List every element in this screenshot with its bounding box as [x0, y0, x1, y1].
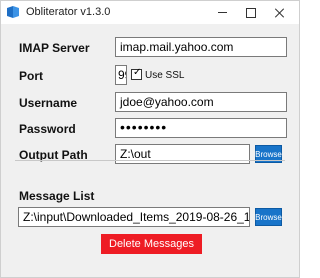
app-icon	[7, 6, 19, 18]
use-ssl-checkbox[interactable]: ✓	[131, 67, 142, 80]
password-field[interactable]: ••••••••	[115, 118, 287, 138]
minimize-button[interactable]	[208, 1, 236, 24]
use-ssl-label: Use SSL	[145, 70, 185, 81]
message-list-field[interactable]: Z:\input\Downloaded_Items_2019-08-26_12.…	[18, 207, 250, 227]
minimize-icon	[217, 12, 227, 13]
app-window: Obliterator v1.3.0 IMAP Server imap.mail…	[0, 0, 300, 278]
username-field[interactable]: jdoe@yahoo.com	[115, 92, 287, 112]
title-bar: Obliterator v1.3.0	[1, 1, 299, 24]
maximize-icon	[246, 7, 256, 18]
port-label: Port	[19, 69, 43, 83]
check-icon: ✓	[133, 67, 142, 78]
output-path-field[interactable]: Z:\out	[115, 144, 250, 164]
password-label: Password	[19, 122, 76, 136]
separator	[15, 160, 285, 161]
message-list-browse-button[interactable]: Browse	[255, 208, 282, 226]
message-list-label: Message List	[19, 189, 95, 203]
maximize-button[interactable]	[237, 1, 265, 24]
delete-messages-button[interactable]: Delete Messages	[101, 234, 202, 254]
imap-server-label: IMAP Server	[19, 41, 90, 55]
window-title: Obliterator v1.3.0	[26, 6, 111, 18]
imap-server-field[interactable]: imap.mail.yahoo.com	[115, 37, 287, 57]
port-field[interactable]: 993	[115, 65, 127, 85]
close-icon	[275, 8, 285, 18]
username-label: Username	[19, 96, 78, 110]
close-button[interactable]	[266, 1, 294, 24]
